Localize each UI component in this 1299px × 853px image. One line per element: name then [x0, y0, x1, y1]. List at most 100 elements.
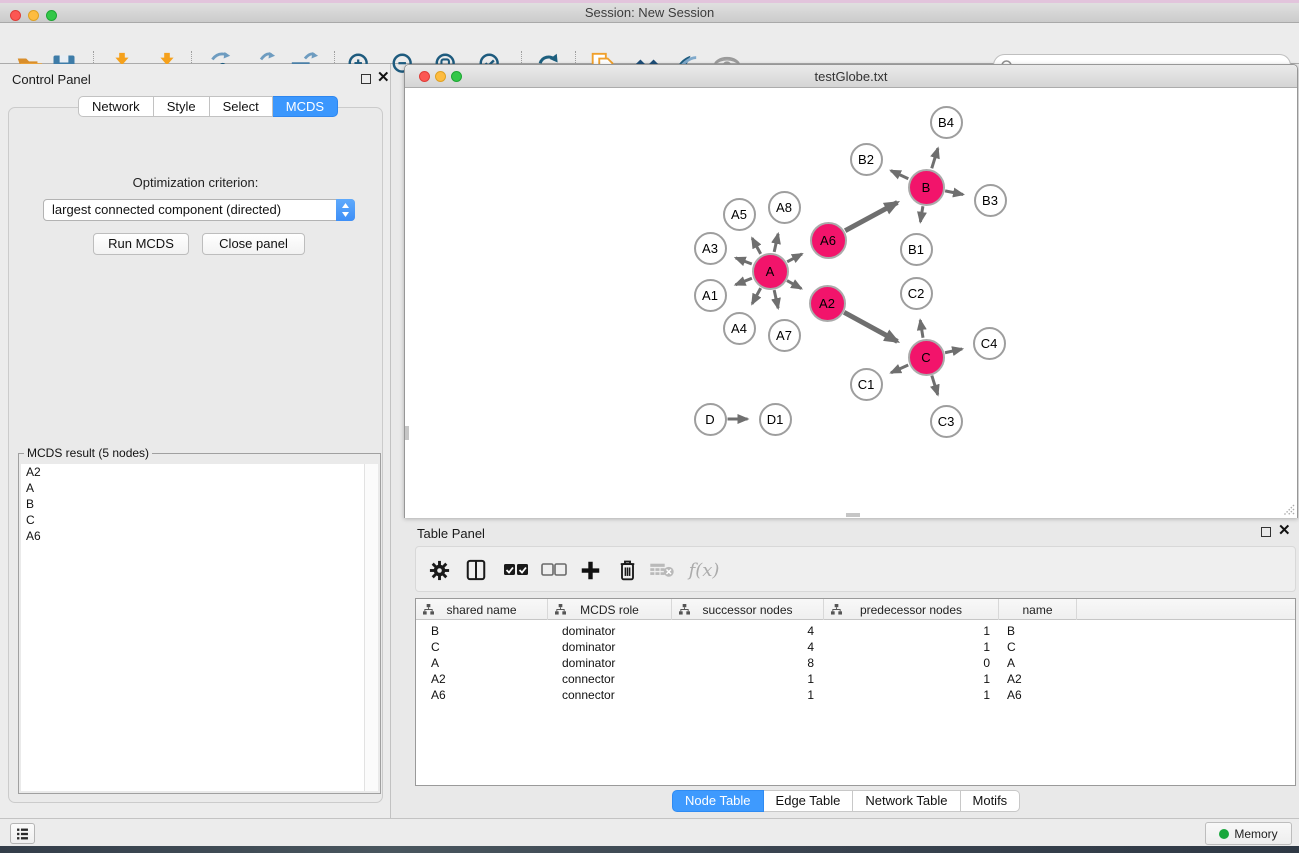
- table-row[interactable]: A2connector11A2: [416, 671, 1295, 687]
- result-item[interactable]: A6: [21, 528, 366, 544]
- table-row[interactable]: Adominator80A: [416, 655, 1295, 671]
- column-header-successor-nodes[interactable]: successor nodes: [672, 599, 824, 620]
- tab-edge-table[interactable]: Edge Table: [764, 790, 854, 812]
- graph-edge[interactable]: [920, 320, 923, 338]
- mcds-result-box: MCDS result (5 nodes) A2ABCA6: [18, 453, 381, 794]
- graph-node-A[interactable]: A: [752, 253, 789, 290]
- graph-edge[interactable]: [736, 278, 752, 285]
- graph-edge[interactable]: [945, 349, 962, 353]
- table-cell: 1: [824, 687, 999, 703]
- graph-edge[interactable]: [787, 254, 802, 262]
- tab-select[interactable]: Select: [210, 96, 273, 117]
- graph-node-A2[interactable]: A2: [809, 285, 846, 322]
- column-header-predecessor-nodes[interactable]: predecessor nodes: [824, 599, 999, 620]
- graph-node-A5[interactable]: A5: [723, 198, 756, 231]
- task-history-button[interactable]: [10, 823, 35, 844]
- column-header-mcds-role[interactable]: MCDS role: [548, 599, 672, 620]
- graph-node-A6[interactable]: A6: [810, 222, 847, 259]
- delete-column-button[interactable]: [612, 555, 642, 585]
- graph-node-A1[interactable]: A1: [694, 279, 727, 312]
- delete-table-icon: [649, 561, 675, 579]
- run-mcds-button[interactable]: Run MCDS: [93, 233, 189, 255]
- graph-edge[interactable]: [891, 171, 908, 179]
- close-panel-icon[interactable]: ✕: [377, 68, 390, 86]
- memory-status-icon: [1219, 829, 1229, 839]
- tab-network[interactable]: Network: [78, 96, 154, 117]
- table-cell-filler: [1077, 623, 1295, 639]
- graph-edge[interactable]: [844, 312, 897, 341]
- result-item[interactable]: B: [21, 496, 366, 512]
- resize-grip-icon[interactable]: [1281, 502, 1295, 516]
- graph-node-C1[interactable]: C1: [850, 368, 883, 401]
- tab-motifs[interactable]: Motifs: [961, 790, 1021, 812]
- graph-edge[interactable]: [891, 365, 908, 373]
- graph-node-B2[interactable]: B2: [850, 143, 883, 176]
- column-type-icon: [679, 604, 690, 615]
- graph-edge[interactable]: [752, 238, 761, 254]
- graph-node-A8[interactable]: A8: [768, 191, 801, 224]
- graph-edge[interactable]: [787, 281, 801, 289]
- column-header-name[interactable]: name: [999, 599, 1077, 620]
- graph-edge[interactable]: [845, 202, 897, 230]
- deselect-all-columns-button[interactable]: [539, 555, 569, 585]
- tab-style[interactable]: Style: [154, 96, 210, 117]
- control-panel: Control Panel ✕ Network Style Select MCD…: [0, 64, 391, 818]
- network-window-title: testGlobe.txt: [405, 69, 1297, 84]
- graph-node-A3[interactable]: A3: [694, 232, 727, 265]
- graph-node-A4[interactable]: A4: [723, 312, 756, 345]
- tab-mcds[interactable]: MCDS: [273, 96, 338, 117]
- close-panel-button[interactable]: Close panel: [202, 233, 305, 255]
- graph-edge[interactable]: [736, 258, 752, 264]
- column-header-shared-name[interactable]: shared name: [416, 599, 548, 620]
- graph-node-C[interactable]: C: [908, 339, 945, 376]
- main-toolbar: [0, 23, 1299, 64]
- graph-node-B[interactable]: B: [908, 169, 945, 206]
- table-body: Bdominator41BCdominator41CAdominator80AA…: [416, 620, 1295, 703]
- show-column-panel-button[interactable]: [461, 555, 491, 585]
- graph-node-B1[interactable]: B1: [900, 233, 933, 266]
- table-row[interactable]: Bdominator41B: [416, 623, 1295, 639]
- tab-network-table[interactable]: Network Table: [853, 790, 960, 812]
- table-settings-button[interactable]: [424, 555, 454, 585]
- graph-edge[interactable]: [774, 290, 778, 308]
- table-cell: A6: [416, 687, 548, 703]
- delete-table-button[interactable]: [647, 555, 677, 585]
- mcds-result-list[interactable]: A2ABCA6: [21, 464, 366, 791]
- function-builder-button[interactable]: f(x): [684, 555, 724, 585]
- canvas-vertical-scroll-nub[interactable]: [405, 426, 409, 440]
- graph-node-C3[interactable]: C3: [930, 405, 963, 438]
- table-float-panel-icon[interactable]: [1261, 527, 1271, 537]
- result-scrollbar[interactable]: [364, 464, 378, 791]
- result-item[interactable]: A: [21, 480, 366, 496]
- table-row[interactable]: A6connector11A6: [416, 687, 1295, 703]
- app-titlebar[interactable]: Session: New Session: [0, 3, 1299, 23]
- graph-node-B3[interactable]: B3: [974, 184, 1007, 217]
- create-column-button[interactable]: [575, 555, 605, 585]
- table-row[interactable]: Cdominator41C: [416, 639, 1295, 655]
- graph-node-D1[interactable]: D1: [759, 403, 792, 436]
- optimization-criterion-select[interactable]: largest connected component (directed): [43, 199, 355, 221]
- graph-edge[interactable]: [920, 206, 923, 222]
- canvas-horizontal-scroll-nub[interactable]: [846, 513, 860, 517]
- graph-edge[interactable]: [932, 376, 938, 395]
- float-panel-icon[interactable]: [361, 74, 371, 84]
- graph-node-A7[interactable]: A7: [768, 319, 801, 352]
- tab-node-table[interactable]: Node Table: [672, 790, 764, 812]
- memory-button[interactable]: Memory: [1205, 822, 1292, 845]
- trash-icon: [617, 559, 638, 581]
- graph-node-C4[interactable]: C4: [973, 327, 1006, 360]
- network-canvas[interactable]: B4 B2 B B3 A8 A5 A6 A3 B1 A C2 A1 A2 A4 A7 C4 C C1 C3 D D1: [405, 89, 1297, 518]
- select-all-columns-button[interactable]: [501, 555, 531, 585]
- graph-edge[interactable]: [932, 148, 938, 168]
- result-item[interactable]: A2: [21, 464, 366, 480]
- table-close-panel-icon[interactable]: ✕: [1278, 521, 1291, 539]
- graph-edge[interactable]: [752, 288, 761, 304]
- graph-edge[interactable]: [945, 191, 963, 195]
- result-item[interactable]: C: [21, 512, 366, 528]
- network-window-titlebar[interactable]: testGlobe.txt: [405, 65, 1297, 88]
- graph-node-B4[interactable]: B4: [930, 106, 963, 139]
- table-cell: 4: [672, 623, 824, 639]
- graph-node-C2[interactable]: C2: [900, 277, 933, 310]
- graph-edge[interactable]: [774, 234, 778, 252]
- graph-node-D[interactable]: D: [694, 403, 727, 436]
